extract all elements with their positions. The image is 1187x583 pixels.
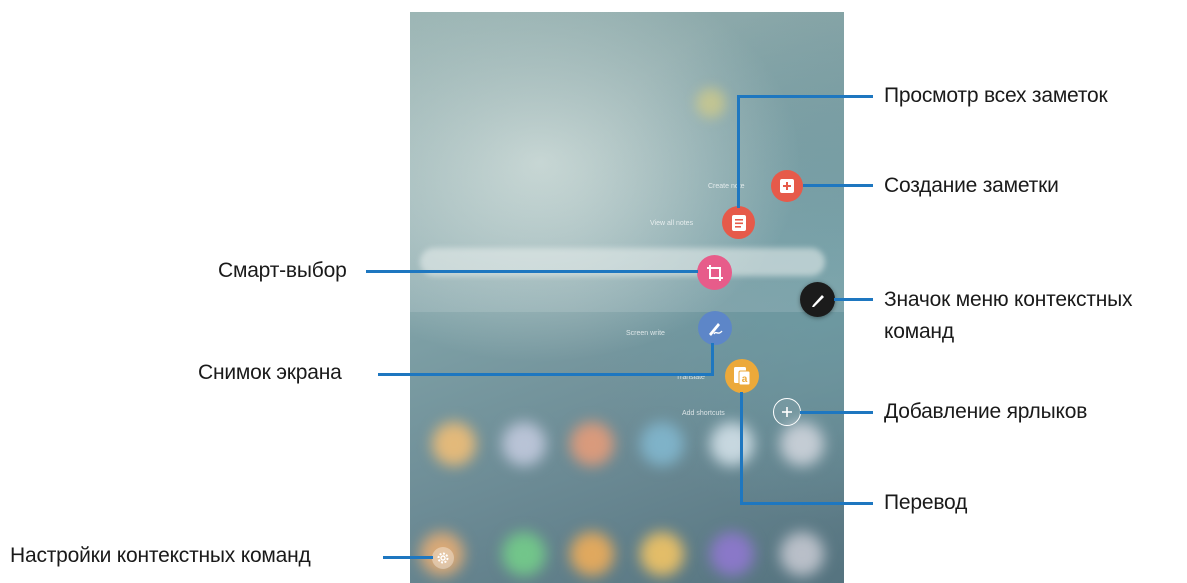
leader-line [711,343,714,376]
air-command-settings-button[interactable] [432,547,454,569]
leader-line [383,556,433,559]
screen-write-label: Screen write [626,330,665,337]
callout-air-command-icon-line1: Значок меню контекстных [884,288,1133,311]
screen-write-button[interactable] [698,311,732,345]
add-shortcuts-button[interactable] [773,398,801,426]
view-all-notes-button[interactable] [722,206,755,239]
pen-write-icon [709,323,723,336]
smart-select-button[interactable] [697,255,732,290]
blurred-app-icon [640,422,684,466]
callout-air-command-icon-line2: команд [884,320,954,343]
create-note-button[interactable] [771,170,803,202]
notes-list-icon [731,214,746,231]
leader-line [737,95,873,98]
blurred-app-icon [780,532,824,576]
callout-smart-select: Смарт-выбор [218,259,347,282]
view-all-notes-label: View all notes [650,220,694,227]
blurred-app-icon [640,532,684,576]
blurred-app-icon [710,422,754,466]
blurred-app-icon [502,532,546,576]
blurred-app-icon [432,422,476,466]
blurred-app-icon [570,422,614,466]
svg-text:a: a [742,374,748,385]
translate-button[interactable]: a [725,359,759,393]
callout-screen-write: Снимок экрана [198,361,342,384]
blurred-app-icon [502,422,546,466]
leader-line [740,502,873,505]
gear-icon [437,552,449,564]
background-blob [696,88,726,118]
leader-line [800,411,873,414]
crop-select-icon [706,264,723,281]
leader-line [803,184,873,187]
translate-icon: a [734,367,751,386]
callout-add-shortcuts: Добавление ярлыков [884,400,1088,423]
plus-icon [782,407,792,417]
blurred-app-icon [710,532,754,576]
leader-line [366,270,698,273]
leader-line [378,373,712,376]
callout-translate: Перевод [884,491,968,514]
callout-create-note: Создание заметки [884,174,1059,197]
callout-view-all-notes: Просмотр всех заметок [884,84,1108,107]
callout-air-command-settings: Настройки контекстных команд [10,544,311,567]
pen-icon [811,294,824,307]
leader-line [740,392,743,505]
air-command-button[interactable] [800,282,835,317]
add-shortcuts-label: Add shortcuts [682,410,725,417]
leader-line [737,96,740,208]
leader-line [834,298,873,301]
blurred-app-icon [780,422,824,466]
plus-note-icon [780,179,794,193]
blurred-app-icon [570,532,614,576]
